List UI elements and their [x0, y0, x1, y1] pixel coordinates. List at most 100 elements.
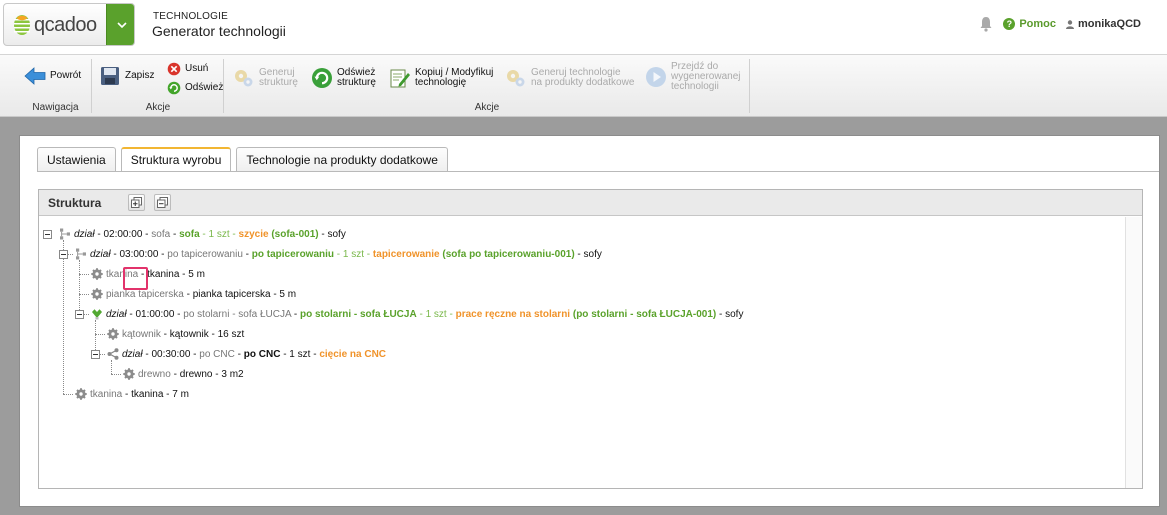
tree-node-segment: po CNC	[199, 348, 235, 360]
tree-node[interactable]: dział - 01:00:00 - po stolarni - sofa ŁU…	[91, 306, 743, 322]
generate-structure-label-2: strukturę	[259, 77, 298, 88]
help-icon: ?	[1003, 18, 1016, 30]
help-link[interactable]: ? Pomoc	[1003, 18, 1056, 30]
tree-collapse-toggle[interactable]	[59, 250, 68, 259]
tree-node-segment: - sofy	[716, 308, 744, 320]
user-menu[interactable]: monikaQCD	[1066, 18, 1141, 30]
bell-icon[interactable]	[979, 16, 995, 32]
tree-node[interactable]: dział - 03:00:00 - po tapicerowaniu - po…	[75, 246, 602, 262]
tree-node-segment: dział	[106, 308, 127, 320]
tree-collapse-toggle[interactable]	[43, 230, 52, 239]
tree-node-label: kątownik - kątownik - 16 szt	[122, 329, 244, 340]
tree-node-label: dział - 02:00:00 - sofa - sofa - 1 szt -…	[74, 229, 346, 240]
tree-node-segment: cięcie na CNC	[319, 348, 387, 360]
tree-node-segment: dział	[122, 348, 143, 360]
tree-node[interactable]: dział - 00:30:00 - po CNC - po CNC - 1 s…	[107, 346, 386, 362]
tree-node-segment: - 1 szt -	[199, 228, 239, 240]
menu-toggle-button[interactable]	[106, 4, 134, 45]
collapse-all-icon	[157, 197, 168, 208]
tree-node-segment: po CNC	[243, 348, 281, 360]
chevron-down-icon	[116, 22, 127, 29]
generate-additional-label-2: na produkty dodatkowe	[531, 77, 635, 88]
component-icon	[91, 288, 103, 300]
header-right: ? Pomoc monikaQCD	[979, 16, 1141, 32]
tree-node-segment: po stolarni - sofa ŁUCJA	[300, 308, 417, 320]
tree-node[interactable]: dział - 02:00:00 - sofa - sofa - 1 szt -…	[59, 226, 346, 242]
selected-operation-icon	[92, 309, 102, 320]
copy-modify-technology-button[interactable]: Kopiuj / Modyfikuj technologię	[389, 67, 493, 89]
generate-structure-button[interactable]: Generuj strukturę	[233, 67, 298, 89]
tab-divider	[37, 171, 1159, 172]
tree-node-segment: po tapicerowaniu	[167, 248, 243, 260]
component-icon	[91, 268, 103, 280]
navigation-group-label: Nawigacja	[32, 102, 79, 113]
goto-generated-technology-button[interactable]: Przejdź do wygenerowanej technologii	[645, 62, 741, 92]
app-header: qcadoo TECHNOLOGIE Generator technologii…	[0, 0, 1167, 55]
tree-node-segment: -	[234, 348, 244, 360]
tree-node-segment: dział	[90, 248, 111, 260]
tree-node-segment: tkanina	[90, 388, 123, 400]
tree-node[interactable]: drewno - drewno - 3 m2	[123, 366, 244, 382]
tree-node-segment: -	[291, 308, 300, 320]
tree-node-label: tkanina - tkanina - 5 m	[106, 269, 205, 280]
tab-product-structure[interactable]: Struktura wyrobu	[120, 147, 232, 172]
tree-node-segment: (sofa-001)	[268, 228, 319, 240]
ribbon-group-navigation: Powrót Nawigacja	[20, 59, 92, 113]
tree-node-segment: tapicerowanie	[372, 248, 440, 260]
refresh-structure-button[interactable]: Odśwież strukturę	[311, 67, 376, 89]
tree-connector-vertical	[63, 240, 64, 394]
tab-additional-product-technologies[interactable]: Technologie na produkty dodatkowe	[236, 147, 448, 171]
delete-button[interactable]: Usuń	[167, 62, 208, 76]
tree-node-label: tkanina - tkanina - 7 m	[90, 389, 189, 400]
module-label: TECHNOLOGIE	[153, 11, 228, 22]
tree-node-label: dział - 00:30:00 - po CNC - po CNC - 1 s…	[122, 349, 386, 360]
logo[interactable]: qcadoo	[3, 3, 135, 46]
gears-icon	[507, 70, 525, 87]
back-button[interactable]: Powrót	[24, 65, 81, 87]
delete-icon	[167, 62, 181, 76]
tree-node-label: dział - 01:00:00 - po stolarni - sofa ŁU…	[106, 309, 743, 320]
tree-node-segment: - 01:00:00 -	[126, 308, 184, 320]
tree-node-segment: - 1 szt -	[334, 248, 373, 260]
tree-node[interactable]: tkanina - tkanina - 7 m	[75, 386, 189, 402]
collapse-all-button[interactable]	[154, 194, 171, 211]
tree-node-segment: -	[242, 248, 252, 260]
tree-node-label: pianka tapicerska - pianka tapicerska - …	[106, 289, 296, 300]
gears-icon	[235, 70, 253, 87]
tree-node[interactable]: kątownik - kątownik - 16 szt	[107, 326, 244, 342]
expand-all-button[interactable]	[128, 194, 145, 211]
copy-modify-label-2: technologię	[415, 77, 467, 88]
tree-node[interactable]: pianka tapicerska - pianka tapicerska - …	[91, 286, 296, 302]
structure-header: Struktura	[39, 190, 1142, 216]
tree-node-segment: po stolarni - sofa ŁUCJA	[183, 308, 292, 320]
expand-all-icon	[131, 197, 142, 208]
back-arrow-icon	[24, 67, 46, 85]
refresh-button[interactable]: Odśwież	[167, 81, 223, 95]
delete-label: Usuń	[185, 63, 209, 74]
selection-highlight	[123, 267, 148, 290]
tree-node-label: drewno - drewno - 3 m2	[138, 369, 244, 380]
refresh-structure-label-2: strukturę	[337, 77, 376, 88]
tree-node-segment: kątownik	[122, 328, 161, 340]
operation-icon	[60, 228, 70, 240]
tab-bar: Ustawienia Struktura wyrobu Technologie …	[37, 147, 448, 172]
actions-group-label-1: Akcje	[145, 102, 171, 113]
back-label: Powrót	[50, 70, 82, 81]
structure-tree: dział - 02:00:00 - sofa - sofa - 1 szt -…	[39, 217, 1125, 488]
tree-scrollbar[interactable]	[1125, 217, 1142, 488]
tab-settings[interactable]: Ustawienia	[37, 147, 116, 171]
tree-node-segment: drewno	[138, 368, 171, 380]
tree-connector-horizontal	[79, 294, 89, 295]
qcadoo-logo-icon	[14, 15, 30, 35]
tree-connector-horizontal	[79, 274, 89, 275]
ribbon-toolbar: Powrót Nawigacja Zapisz Usuń Odśwież Akc…	[0, 55, 1167, 117]
tree-collapse-toggle[interactable]	[91, 350, 100, 359]
tree-connector-horizontal	[95, 334, 105, 335]
generate-additional-technologies-button[interactable]: Generuj technologie na produkty dodatkowe	[505, 67, 634, 89]
tree-node-segment: - tkanina - 7 m	[122, 388, 189, 400]
tree-collapse-toggle[interactable]	[75, 310, 84, 319]
tree-node-segment: - drewno - 3 m2	[170, 368, 244, 380]
tree-node-segment: - 03:00:00 -	[110, 248, 168, 260]
save-button[interactable]: Zapisz	[99, 65, 154, 87]
tree-connector-vertical	[79, 260, 80, 314]
